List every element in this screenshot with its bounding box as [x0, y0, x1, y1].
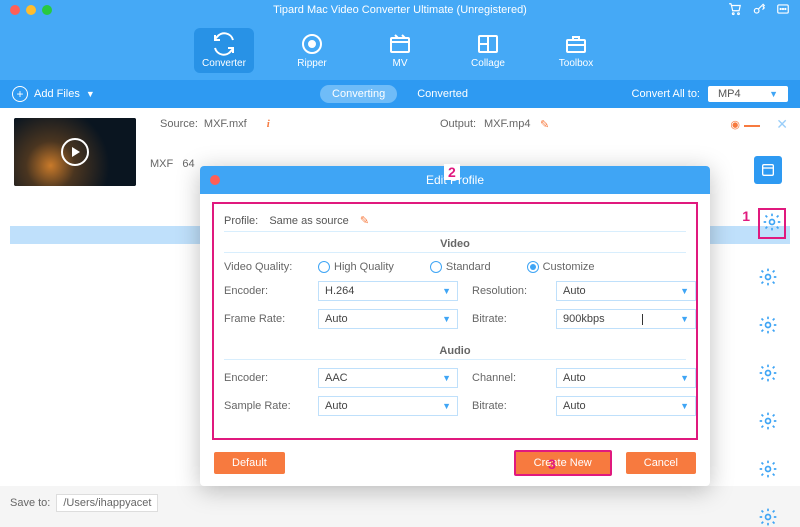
video-resolution-select[interactable]: Auto▼	[556, 281, 696, 301]
profile-settings-button[interactable]	[758, 208, 786, 239]
audio-bitrate-select[interactable]: Auto▼	[556, 396, 696, 416]
audio-section-heading: Audio	[224, 339, 686, 360]
default-button[interactable]: Default	[214, 452, 285, 474]
format-badge[interactable]	[754, 156, 782, 184]
output-label: Output:	[440, 118, 476, 130]
tab-mv[interactable]: MV	[370, 28, 430, 73]
tab-ripper[interactable]: Ripper	[282, 28, 342, 73]
gear-icon[interactable]	[758, 507, 778, 527]
menu-icon[interactable]	[776, 2, 790, 19]
edit-output-icon[interactable]: ✎	[540, 118, 549, 131]
gear-icon[interactable]	[758, 315, 778, 335]
tab-toolbox[interactable]: Toolbox	[546, 28, 606, 73]
video-bitrate-input[interactable]: 900kbps▼	[556, 309, 696, 329]
gear-icon[interactable]	[758, 363, 778, 383]
annotation-3: 3	[548, 456, 556, 472]
video-thumbnail[interactable]	[14, 118, 136, 186]
source-label: Source:	[160, 118, 198, 130]
cancel-button[interactable]: Cancel	[626, 452, 696, 474]
converter-icon	[212, 32, 236, 56]
collage-icon	[476, 32, 500, 56]
sub-toolbar: + Add Files ▼ Converting Converted Conve…	[0, 80, 800, 108]
settings-rail	[758, 208, 786, 527]
tab-converted[interactable]: Converted	[405, 85, 480, 103]
quality-standard-radio[interactable]: Standard	[430, 261, 491, 273]
add-files-button[interactable]: + Add Files ▼	[12, 86, 95, 102]
audio-samplerate-select[interactable]: Auto▼	[318, 396, 458, 416]
quality-high-radio[interactable]: High Quality	[318, 261, 394, 273]
titlebar: Tipard Mac Video Converter Ultimate (Unr…	[0, 0, 800, 20]
toolbox-icon	[564, 32, 588, 56]
remove-icon[interactable]: ✕	[776, 116, 788, 133]
main-toolbar: Converter Ripper MV Collage Toolbox	[0, 20, 800, 80]
video-section-heading: Video	[224, 232, 686, 253]
info-icon[interactable]: i	[267, 118, 270, 130]
trim-icon[interactable]	[744, 118, 760, 130]
compress-icon[interactable]: ◉	[730, 118, 740, 131]
key-icon[interactable]	[752, 2, 766, 19]
tab-collage[interactable]: Collage	[458, 28, 518, 73]
tab-converter[interactable]: Converter	[194, 28, 254, 73]
audio-channel-select[interactable]: Auto▼	[556, 368, 696, 388]
edit-profile-icon[interactable]: ✎	[360, 214, 369, 227]
save-to-row: Save to: /Users/ihappyacet	[10, 494, 158, 512]
chevron-down-icon: ▼	[769, 89, 778, 99]
convert-all-label: Convert All to:	[632, 88, 700, 100]
output-value: MXF.mp4	[484, 118, 530, 130]
annotation-1: 1	[742, 208, 750, 224]
gear-icon[interactable]	[758, 411, 778, 431]
plus-icon: +	[12, 86, 28, 102]
video-framerate-select[interactable]: Auto▼	[318, 309, 458, 329]
gear-icon	[762, 212, 782, 232]
mp4-icon	[760, 162, 776, 178]
source-value: MXF.mxf	[204, 118, 247, 130]
profile-value: Same as source	[269, 215, 348, 227]
video-encoder-select[interactable]: H.264▼	[318, 281, 458, 301]
output-format-selector[interactable]: MP4 ▼	[708, 86, 788, 102]
tab-converting[interactable]: Converting	[320, 85, 397, 103]
ripper-icon	[300, 32, 324, 56]
cart-icon[interactable]	[728, 2, 742, 19]
annotation-2: 2	[444, 164, 460, 180]
app-title: Tipard Mac Video Converter Ultimate (Unr…	[0, 4, 800, 16]
mv-icon	[388, 32, 412, 56]
save-path-field[interactable]: /Users/ihappyacet	[56, 494, 158, 512]
quality-customize-radio[interactable]: Customize	[527, 261, 595, 273]
chevron-down-icon: ▼	[86, 89, 95, 99]
gear-icon[interactable]	[758, 267, 778, 287]
create-new-button[interactable]: Create New	[514, 450, 612, 476]
audio-encoder-select[interactable]: AAC▼	[318, 368, 458, 388]
gear-icon[interactable]	[758, 459, 778, 479]
play-icon	[61, 138, 89, 166]
edit-profile-dialog: Edit Profile Profile: Same as source ✎ V…	[200, 166, 710, 486]
